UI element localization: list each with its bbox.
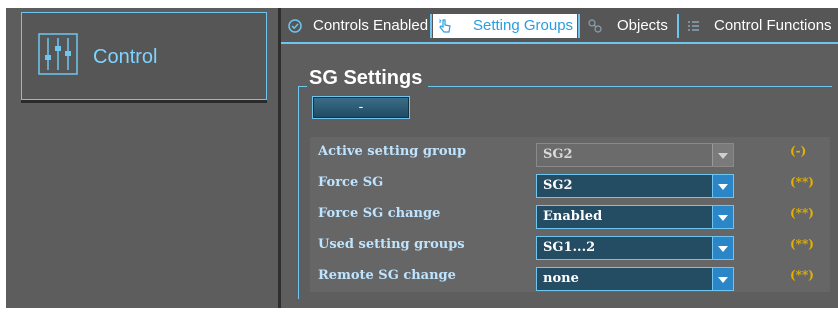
app-window: Control Controls Enabled Setting Groups (6, 8, 838, 308)
group-title: SG Settings (307, 66, 429, 90)
force-sg-change-select[interactable]: Enabled (536, 205, 734, 229)
select-value: SG2 (543, 178, 573, 193)
tab-controls-enabled[interactable]: Controls Enabled (283, 14, 429, 38)
remote-sg-change-select[interactable]: none (536, 267, 734, 291)
tab-setting-groups[interactable]: Setting Groups (433, 14, 577, 38)
chevron-down-icon[interactable] (712, 206, 733, 228)
row-note: (**) (790, 237, 814, 251)
row-label: Active setting group (318, 144, 467, 159)
tab-label: Control Functions (714, 17, 832, 34)
used-setting-groups-select[interactable]: SG1...2 (536, 236, 734, 260)
sliders-icon (38, 33, 78, 75)
tab-label: Controls Enabled (313, 17, 429, 34)
table-row: Force SG SG2 (**) (310, 168, 830, 199)
row-label: Force SG change (318, 206, 441, 221)
chevron-down-icon[interactable] (712, 268, 733, 290)
tab-objects[interactable]: Objects (583, 14, 675, 38)
row-label: Force SG (318, 175, 384, 190)
tab-divider (430, 14, 432, 38)
row-label: Remote SG change (318, 268, 456, 283)
table-row: Active setting group SG2 (-) (310, 137, 830, 168)
chevron-down-icon[interactable] (712, 237, 733, 259)
select-value: none (543, 271, 579, 286)
tab-label: Setting Groups (473, 17, 574, 34)
tab-control-functions[interactable]: Control Functions (681, 14, 838, 38)
control-label: Control (93, 46, 158, 68)
row-note: (-) (790, 144, 807, 158)
tab-bar: Controls Enabled Setting Groups Objects … (281, 8, 838, 44)
chevron-down-icon (712, 144, 733, 166)
row-label: Used setting groups (318, 237, 465, 252)
collapse-button[interactable]: - (312, 96, 410, 119)
tab-divider (677, 14, 679, 38)
select-value: SG1...2 (543, 240, 596, 255)
table-row: Force SG change Enabled (**) (310, 199, 830, 230)
list-icon (688, 21, 699, 31)
control-tile[interactable]: Control (21, 12, 267, 100)
select-value: SG2 (543, 147, 573, 162)
tab-divider (578, 14, 580, 38)
parameter-table: Active setting group SG2 (-) Force SG SG… (310, 137, 830, 292)
right-panel: Controls Enabled Setting Groups Objects … (281, 8, 838, 308)
row-note: (**) (790, 206, 814, 220)
check-circle-icon (288, 19, 302, 33)
row-note: (**) (790, 268, 814, 282)
table-row: Remote SG change none (**) (310, 261, 830, 292)
left-panel: Control (6, 8, 281, 308)
table-row: Used setting groups SG1...2 (**) (310, 230, 830, 261)
chevron-down-icon[interactable] (712, 175, 733, 197)
select-value: Enabled (543, 209, 603, 224)
force-sg-select[interactable]: SG2 (536, 174, 734, 198)
hand-pointer-icon (439, 19, 451, 33)
objects-icon (588, 19, 602, 33)
tab-label: Objects (617, 17, 668, 34)
row-note: (**) (790, 175, 814, 189)
active-setting-group-select: SG2 (536, 143, 734, 167)
